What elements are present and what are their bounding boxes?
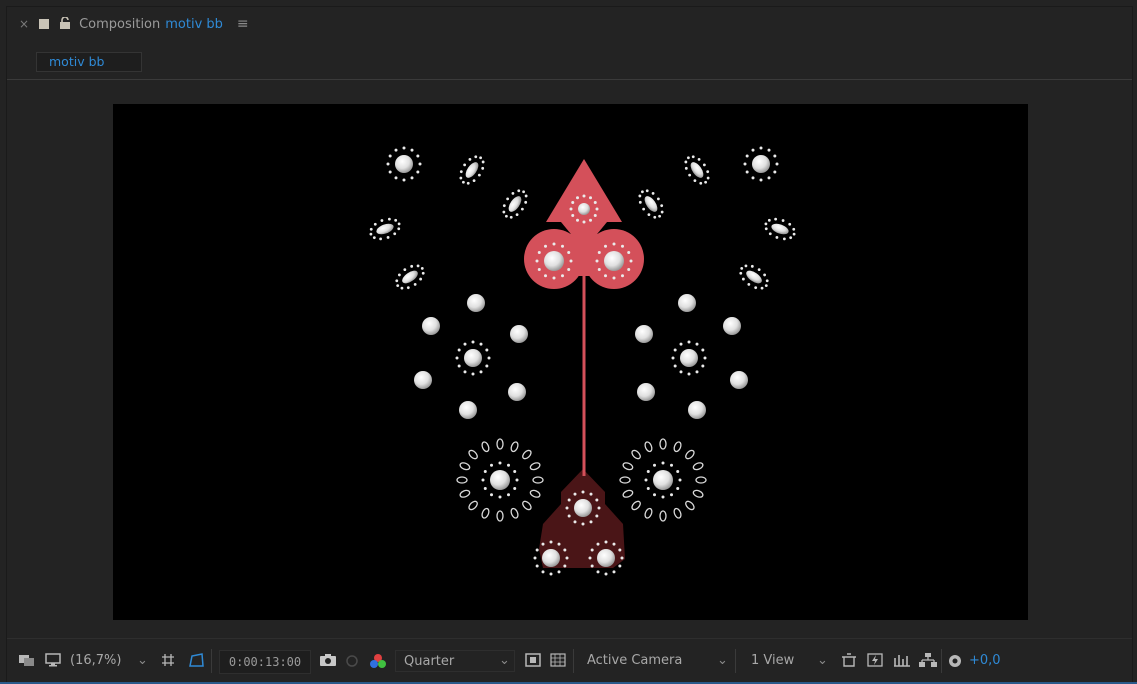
fast-previews-icon[interactable]: [867, 653, 883, 671]
pearl: [481, 461, 519, 499]
panel-title-prefix: Composition: [79, 16, 161, 32]
composition-canvas[interactable]: [113, 104, 1028, 620]
pearl: [386, 146, 422, 182]
chevron-down-icon[interactable]: ⌄: [499, 650, 510, 672]
leaf-pearl: [739, 264, 769, 290]
composition-viewer[interactable]: [7, 80, 1132, 635]
toolbar-divider: [211, 649, 212, 673]
transparency-grid-icon[interactable]: [550, 653, 566, 671]
pearl: [723, 317, 741, 335]
composition-tab-row: motiv bb: [7, 41, 1132, 80]
pearl: [678, 294, 696, 312]
pearl: [455, 340, 491, 376]
leaf-pearl: [369, 217, 401, 241]
leaf-pearl: [395, 264, 425, 290]
leaf-pearl: [684, 155, 710, 185]
leaf-pearl: [764, 217, 796, 241]
pearl: [459, 401, 477, 419]
leaf-pearl: [502, 189, 528, 219]
toggle-pixel-aspect-icon[interactable]: [840, 653, 858, 671]
viewer-toolbar: (16,7%) ⌄ 0:00:13:00 Quarter ⌄ Active Ca…: [7, 638, 1132, 683]
exposure-value[interactable]: +0,0: [969, 650, 1001, 672]
magnification-dropdown[interactable]: (16,7%): [70, 650, 121, 672]
leaf-pearl: [459, 155, 485, 185]
pearl: [414, 371, 432, 389]
show-snapshot-icon[interactable]: [344, 653, 360, 671]
toolbar-divider: [573, 649, 574, 673]
current-time-field[interactable]: 0:00:13:00: [219, 650, 311, 674]
pearl: [671, 340, 707, 376]
pearl: [467, 294, 485, 312]
toolbar-divider: [735, 649, 736, 673]
lock-icon[interactable]: [59, 15, 71, 32]
panel-menu-button[interactable]: ≡: [237, 16, 249, 32]
pearl: [688, 401, 706, 419]
chevron-down-icon[interactable]: ⌄: [817, 650, 828, 672]
channel-rgb-icon[interactable]: [369, 653, 387, 673]
pearl: [422, 317, 440, 335]
panel-titlebar: × Composition motiv bb ≡: [7, 7, 1132, 41]
mask-visibility-icon[interactable]: [187, 653, 205, 671]
toolbar-divider: [941, 649, 942, 673]
composition-tab[interactable]: motiv bb: [36, 52, 142, 72]
chevron-down-icon[interactable]: ⌄: [717, 650, 728, 672]
composition-color-swatch[interactable]: [39, 19, 50, 29]
pearl: [644, 461, 682, 499]
grid-guides-icon[interactable]: [160, 653, 176, 671]
close-panel-button[interactable]: ×: [19, 17, 29, 31]
red-spade-shape: [524, 159, 644, 289]
view-layout-dropdown[interactable]: 1 View: [743, 650, 823, 672]
region-of-interest-icon[interactable]: [525, 653, 541, 671]
leaf-pearl: [638, 189, 664, 219]
composition-name[interactable]: motiv bb: [165, 17, 223, 32]
pearl: [730, 371, 748, 389]
pearl: [743, 146, 779, 182]
reset-exposure-icon[interactable]: [947, 653, 963, 673]
composition-panel: × Composition motiv bb ≡ motiv bb (16,7%…: [6, 6, 1133, 683]
pearl: [635, 325, 653, 343]
monitor-icon[interactable]: [45, 653, 61, 671]
chevron-down-icon[interactable]: ⌄: [137, 650, 148, 672]
pearl: [508, 383, 526, 401]
camera-view-dropdown[interactable]: Active Camera: [579, 650, 719, 672]
resolution-dropdown[interactable]: Quarter: [395, 650, 515, 672]
pearl: [510, 325, 528, 343]
always-preview-icon[interactable]: [19, 653, 35, 671]
pearl: [637, 383, 655, 401]
timeline-icon[interactable]: [893, 653, 911, 671]
camera-snapshot-icon[interactable]: [319, 653, 337, 671]
motif-artwork: [369, 146, 796, 576]
flowchart-icon[interactable]: [919, 653, 937, 671]
